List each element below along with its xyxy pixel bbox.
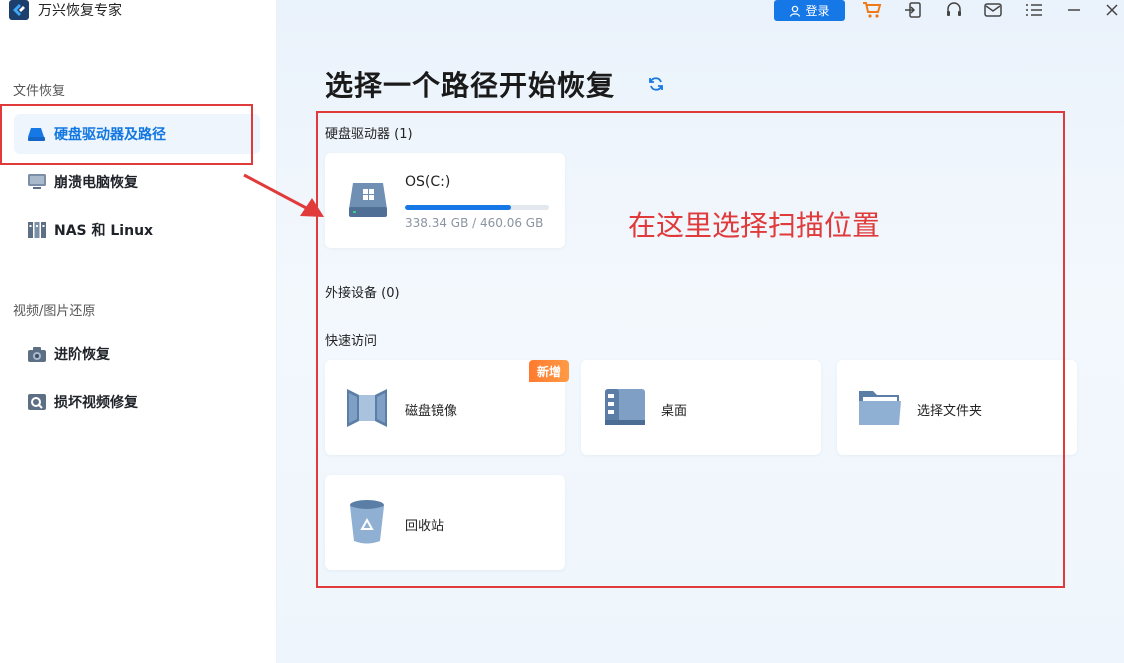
quick-item-label: 磁盘镜像 bbox=[405, 404, 458, 419]
drive-name: OS(C:) bbox=[405, 174, 451, 190]
external-title: 外接设备 bbox=[325, 286, 378, 301]
video-repair-icon bbox=[27, 392, 47, 412]
hard-drives-count: (1) bbox=[394, 127, 413, 142]
quick-item-label: 回收站 bbox=[405, 519, 445, 534]
mail-icon[interactable] bbox=[982, 0, 1004, 20]
external-count: (0) bbox=[381, 286, 400, 301]
annotation-text: 在这里选择扫描位置 bbox=[628, 209, 881, 242]
annotation-arrow-icon bbox=[243, 173, 324, 217]
sidebar-item-advanced-recovery[interactable]: 进阶恢复 bbox=[14, 334, 260, 374]
app-title-bar: 万兴恢复专家 bbox=[8, 0, 122, 20]
sidebar: 万兴恢复专家 文件恢复 硬盘驱动器及路径 崩溃电脑恢复 NAS 和 Linux … bbox=[0, 0, 277, 663]
user-icon bbox=[790, 5, 801, 17]
disk-image-icon bbox=[345, 385, 389, 433]
page-title: 选择一个路径开始恢复 bbox=[325, 69, 616, 102]
sidebar-item-label: 损坏视频修复 bbox=[54, 395, 138, 411]
desktop-icon bbox=[603, 385, 647, 433]
recycle-bin-icon bbox=[347, 499, 387, 549]
login-button[interactable]: 登录 bbox=[774, 0, 845, 21]
sidebar-item-label: 崩溃电脑恢复 bbox=[54, 175, 138, 191]
sidebar-item-video-repair[interactable]: 损坏视频修复 bbox=[14, 382, 260, 422]
sidebar-item-label: NAS 和 Linux bbox=[54, 223, 154, 239]
app-logo-icon bbox=[9, 0, 29, 20]
nas-icon bbox=[27, 220, 47, 240]
login-label: 登录 bbox=[805, 4, 830, 18]
camera-icon bbox=[27, 344, 47, 364]
section-title-media-restore: 视频/图片还原 bbox=[13, 304, 96, 319]
external-group-title: 外接设备 (0) bbox=[325, 282, 400, 301]
hard-drive-icon bbox=[347, 179, 389, 225]
section-title-file-recovery: 文件恢复 bbox=[13, 84, 66, 99]
sidebar-item-crashed-pc[interactable]: 崩溃电脑恢复 bbox=[14, 162, 260, 202]
app-name: 万兴恢复专家 bbox=[38, 3, 122, 19]
close-icon[interactable] bbox=[1101, 0, 1123, 20]
cart-icon[interactable] bbox=[861, 0, 883, 20]
main-panel: 登录 选择一个路径开始恢复 硬盘驱动器 (1) OS(C:) 338.34 GB… bbox=[277, 0, 1124, 663]
quick-access-title: 快速访问 bbox=[325, 334, 378, 349]
quick-item-label: 选择文件夹 bbox=[917, 404, 983, 419]
refresh-icon[interactable] bbox=[648, 76, 664, 92]
monitor-icon bbox=[27, 172, 47, 192]
quick-item-recycle-bin[interactable]: 回收站 bbox=[325, 475, 565, 570]
import-icon[interactable] bbox=[902, 0, 924, 20]
drive-usage-fill bbox=[405, 205, 511, 210]
folder-icon bbox=[857, 385, 903, 433]
drive-usage-bar bbox=[405, 205, 549, 210]
menu-icon[interactable] bbox=[1023, 0, 1045, 20]
sidebar-item-label: 进阶恢复 bbox=[54, 347, 110, 363]
sidebar-item-label: 硬盘驱动器及路径 bbox=[54, 127, 166, 143]
hard-drives-group-title: 硬盘驱动器 (1) bbox=[325, 123, 413, 142]
quick-item-select-folder[interactable]: 选择文件夹 bbox=[837, 360, 1077, 455]
quick-item-desktop[interactable]: 桌面 bbox=[581, 360, 821, 455]
hard-drives-title: 硬盘驱动器 bbox=[325, 127, 391, 142]
minimize-icon[interactable] bbox=[1063, 0, 1085, 20]
drive-card-c[interactable]: OS(C:) 338.34 GB / 460.06 GB bbox=[325, 153, 565, 248]
quick-item-disk-image[interactable]: 磁盘镜像 新增 bbox=[325, 360, 569, 455]
drive-size: 338.34 GB / 460.06 GB bbox=[405, 216, 544, 230]
sidebar-item-nas-linux[interactable]: NAS 和 Linux bbox=[14, 210, 260, 250]
disk-drive-icon bbox=[27, 124, 47, 144]
sidebar-item-hard-drive[interactable]: 硬盘驱动器及路径 bbox=[14, 114, 260, 154]
quick-item-label: 桌面 bbox=[661, 404, 688, 419]
new-badge: 新增 bbox=[529, 360, 569, 382]
headset-icon[interactable] bbox=[943, 0, 965, 20]
